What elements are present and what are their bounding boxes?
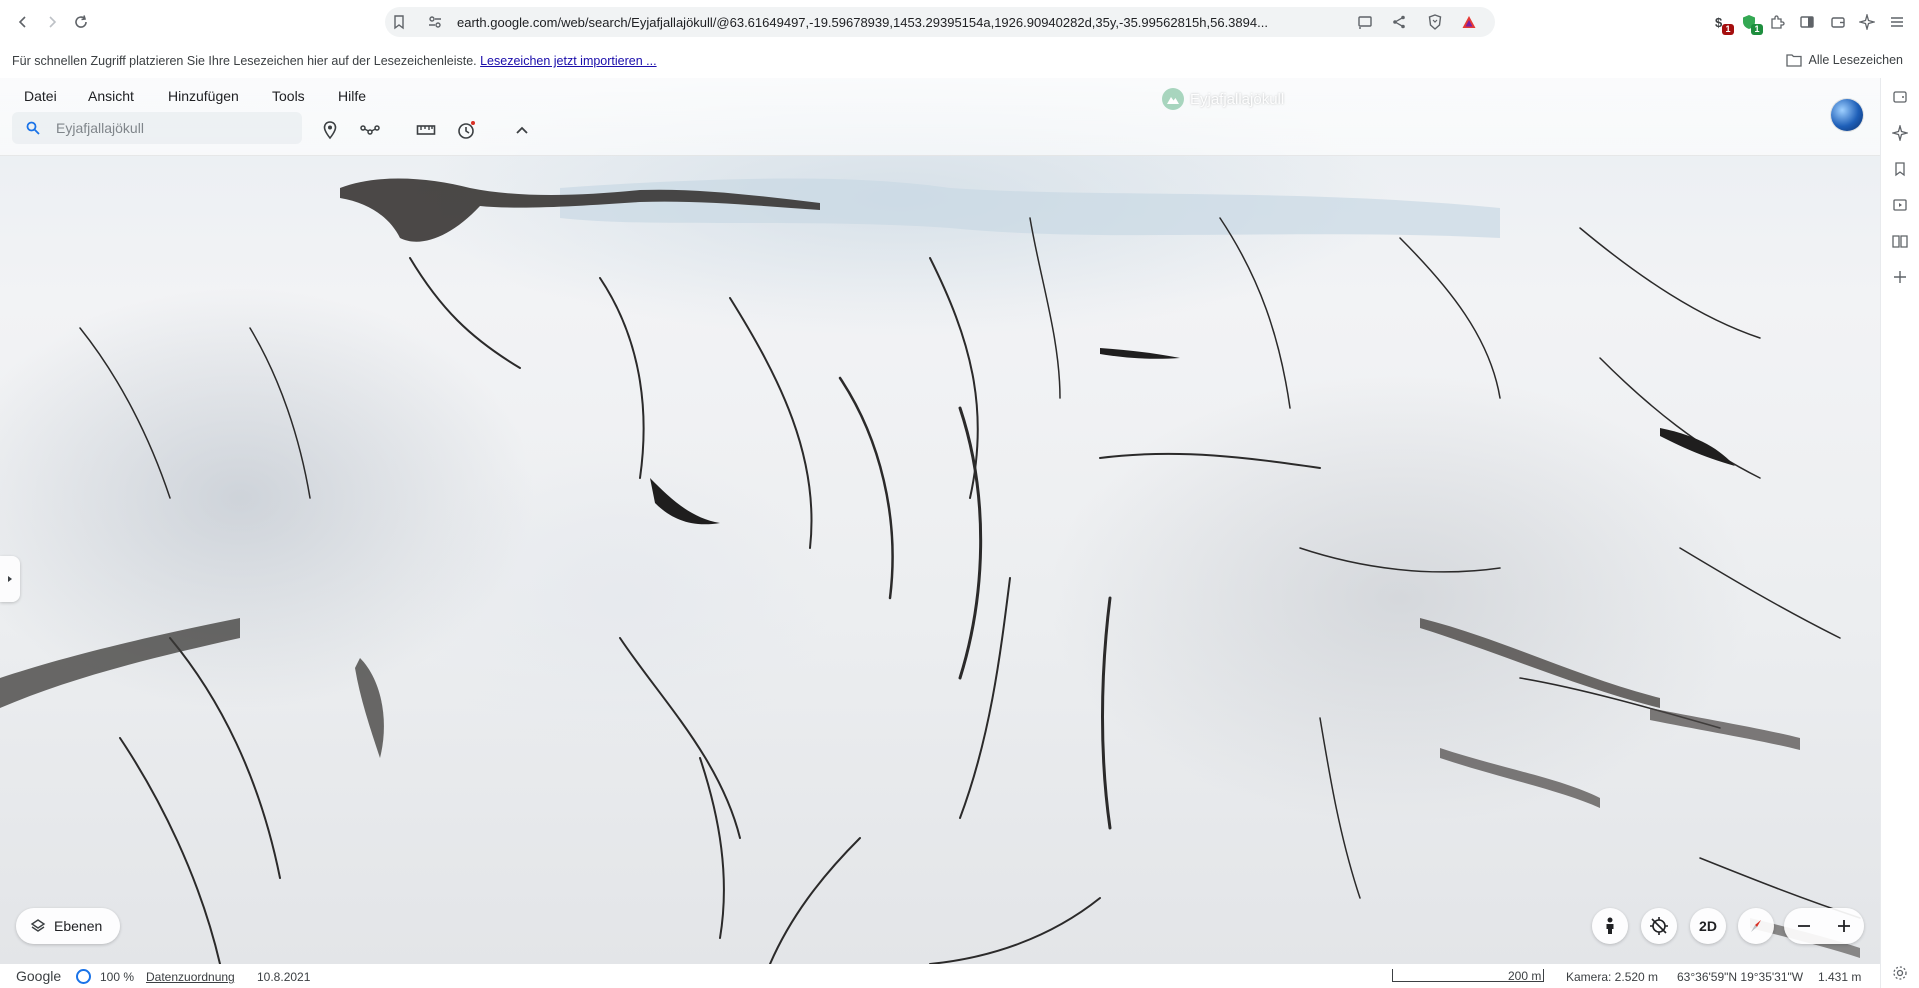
layers-icon [30, 919, 46, 932]
imagery-date: 10.8.2021 [257, 970, 311, 984]
leo-ai-icon[interactable] [1858, 13, 1876, 31]
load-progress-icon [76, 969, 91, 984]
rewards-icon[interactable] [1461, 14, 1477, 30]
plus-icon [1838, 920, 1850, 932]
chevron-right-icon [8, 576, 12, 582]
ext-badge: 1 [1722, 24, 1734, 35]
tilt-off-icon [1650, 917, 1668, 935]
path-icon [360, 125, 380, 135]
menu-icon[interactable] [1888, 13, 1906, 31]
compass-icon [1751, 920, 1761, 932]
menu-ansicht[interactable]: Ansicht [88, 84, 134, 108]
ruler-icon [416, 125, 436, 135]
compass-button[interactable] [1738, 908, 1774, 944]
all-bookmarks-button[interactable]: Alle Lesezeichen [1786, 53, 1903, 67]
search-icon [26, 121, 40, 135]
zoom-in-button[interactable] [1824, 908, 1864, 944]
leo-panel-icon[interactable] [1891, 124, 1909, 142]
account-globe-avatar[interactable] [1831, 99, 1863, 131]
forward-button[interactable] [41, 11, 63, 33]
reload-button[interactable] [70, 11, 92, 33]
add-placemark-button[interactable] [318, 118, 342, 142]
measure-button[interactable] [414, 118, 438, 142]
bookmarks-panel-icon[interactable] [1891, 160, 1909, 178]
folder-icon [1786, 54, 1803, 67]
search-input[interactable] [56, 118, 286, 138]
google-logo: Google [16, 968, 62, 984]
street-view-button[interactable] [1592, 908, 1628, 944]
wallet-panel-icon[interactable] [1891, 88, 1909, 106]
glacier-terrain-imagery[interactable] [0, 78, 1880, 964]
menu-datei[interactable]: Datei [24, 84, 57, 108]
add-panel-icon[interactable] [1891, 268, 1909, 286]
cursor-elevation: 1.431 m [1818, 970, 1862, 984]
historical-imagery-button[interactable] [454, 118, 478, 142]
browser-toolbar: earth.google.com/web/search/Eyjafjallajö… [0, 0, 1919, 44]
chevron-up-icon [516, 126, 528, 134]
mountain-icon [1162, 88, 1184, 110]
back-button[interactable] [12, 11, 34, 33]
load-progress: 100 % [100, 970, 135, 984]
draw-path-button[interactable] [358, 118, 382, 142]
arrow-right-icon [49, 16, 57, 28]
history-icon [458, 121, 475, 139]
earth-menubar: Datei Ansicht Hinzufügen Tools Hilfe Eyj… [0, 78, 1880, 156]
url-text[interactable]: earth.google.com/web/search/Eyjafjallajö… [457, 15, 1347, 30]
bookmark-bar: Für schnellen Zugriff platzieren Sie Ihr… [0, 44, 1919, 78]
collapse-toolbar-button[interactable] [510, 118, 534, 142]
view-mode-2d-button[interactable]: 2D [1690, 908, 1726, 944]
share-icon[interactable] [1391, 14, 1407, 30]
extensions-icon[interactable] [1768, 13, 1786, 31]
earth-statusbar: Google 100 % Datenzuordnung 10.8.2021 20… [0, 964, 1880, 988]
menu-hinzufuegen[interactable]: Hinzufügen [168, 84, 239, 108]
reload-icon [75, 15, 87, 28]
zoom-out-button[interactable] [1784, 908, 1824, 944]
site-settings-icon[interactable] [427, 14, 443, 30]
arrow-left-icon [18, 16, 26, 28]
rail-settings-icon[interactable] [1891, 964, 1909, 982]
pin-icon [323, 121, 337, 140]
pegman-icon [1606, 917, 1614, 934]
minus-icon [1798, 925, 1810, 927]
zoom-controls [1784, 908, 1864, 944]
reading-list-icon[interactable] [1891, 232, 1909, 250]
earth-viewport[interactable]: Datei Ansicht Hinzufügen Tools Hilfe Eyj… [0, 78, 1880, 964]
bookmark-icon[interactable] [391, 14, 407, 30]
cast-icon[interactable] [1357, 14, 1373, 30]
address-bar[interactable]: earth.google.com/web/search/Eyjafjallajö… [385, 7, 1495, 37]
playlist-panel-icon[interactable] [1891, 196, 1909, 214]
wallet-icon[interactable] [1829, 13, 1847, 31]
open-panel-button[interactable] [0, 556, 20, 602]
place-label[interactable]: Eyjafjallajökull [1162, 88, 1284, 110]
shield-ext-icon[interactable]: 1 [1740, 13, 1763, 35]
import-bookmarks-link[interactable]: Lesezeichen jetzt importieren ... [480, 54, 656, 68]
bookmark-hint: Für schnellen Zugriff platzieren Sie Ihr… [12, 54, 657, 68]
menu-tools[interactable]: Tools [272, 84, 305, 108]
scale-label: 200 m [1508, 969, 1542, 983]
ext-badge: 1 [1751, 24, 1763, 35]
sidebar-toggle-icon[interactable] [1798, 13, 1816, 31]
browser-side-rail [1880, 78, 1919, 988]
layers-button[interactable]: Ebenen [16, 908, 121, 944]
brave-shield-icon[interactable] [1427, 14, 1443, 30]
menu-hilfe[interactable]: Hilfe [338, 84, 366, 108]
attribution-link[interactable]: Datenzuordnung [146, 970, 235, 984]
camera-altitude: Kamera: 2.520 m [1566, 970, 1659, 984]
ext-counter-icon[interactable]: $ 1 [1711, 13, 1734, 35]
reset-tilt-button[interactable] [1641, 908, 1677, 944]
search-box[interactable] [12, 112, 302, 144]
cursor-coordinates: 63°36'59"N 19°35'31"W [1677, 970, 1804, 984]
